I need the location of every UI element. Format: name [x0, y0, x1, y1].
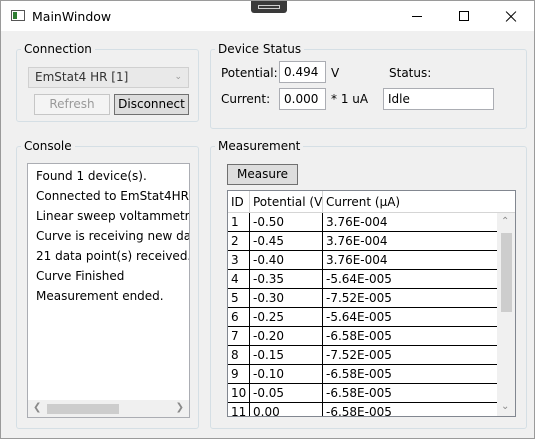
- disconnect-button[interactable]: Disconnect: [114, 94, 189, 115]
- refresh-button[interactable]: Refresh: [34, 94, 110, 115]
- cell-potential[interactable]: -0.10: [250, 365, 323, 384]
- measure-button[interactable]: Measure: [227, 164, 298, 185]
- status-field[interactable]: Idle: [383, 88, 494, 110]
- snap-layout-handle[interactable]: [251, 1, 287, 13]
- cell-id[interactable]: 7: [228, 327, 250, 346]
- close-button[interactable]: [488, 1, 534, 31]
- cell-current[interactable]: 3.76E-004: [323, 251, 498, 270]
- app-icon: [11, 10, 25, 21]
- window-title: MainWindow: [32, 9, 112, 24]
- cell-current[interactable]: -5.64E-005: [323, 270, 498, 289]
- cell-id[interactable]: 3: [228, 251, 250, 270]
- scroll-left-icon[interactable]: ❮: [33, 403, 41, 413]
- device-select-value: EmStat4 HR [1]: [35, 70, 129, 84]
- cell-potential[interactable]: -0.35: [250, 270, 323, 289]
- cell-potential[interactable]: -0.50: [250, 213, 323, 232]
- measurement-legend: Measurement: [215, 138, 304, 154]
- cell-current[interactable]: -6.58E-005: [323, 384, 498, 403]
- cell-current[interactable]: -6.58E-005: [323, 365, 498, 384]
- minimize-button[interactable]: [394, 1, 440, 31]
- cell-potential[interactable]: -0.15: [250, 346, 323, 365]
- cell-id[interactable]: 5: [228, 289, 250, 308]
- current-unit: * 1 uA: [331, 92, 369, 106]
- console-line: Linear sweep voltammetry m: [36, 209, 190, 223]
- cell-id[interactable]: 11: [228, 403, 250, 416]
- scroll-down-icon[interactable]: ⌄: [501, 402, 509, 412]
- cell-current[interactable]: -7.52E-005: [323, 346, 498, 365]
- potential-label: Potential:: [221, 66, 278, 80]
- device-status-legend: Device Status: [215, 41, 305, 57]
- cell-potential[interactable]: -0.40: [250, 251, 323, 270]
- console-legend: Console: [21, 138, 75, 154]
- cell-potential[interactable]: -0.25: [250, 308, 323, 327]
- cell-current[interactable]: 3.76E-004: [323, 232, 498, 251]
- potential-unit: V: [331, 66, 340, 80]
- grid-scroll-thumb[interactable]: [501, 233, 512, 312]
- column-header-potential[interactable]: Potential (V): [250, 191, 327, 213]
- console-textbox[interactable]: Found 1 device(s). Connected to EmStat4H…: [27, 163, 190, 418]
- console-line: Found 1 device(s).: [36, 169, 147, 183]
- column-header-id[interactable]: ID: [228, 191, 250, 213]
- status-label: Status:: [389, 66, 432, 80]
- cell-id[interactable]: 9: [228, 365, 250, 384]
- grid-vertical-scrollbar[interactable]: ⌃ ⌄: [497, 213, 515, 416]
- chevron-down-icon: ⌄: [174, 72, 182, 82]
- cell-potential[interactable]: -0.05: [250, 384, 323, 403]
- scroll-up-icon[interactable]: ⌃: [501, 217, 509, 227]
- console-horizontal-scrollbar[interactable]: ❮ ❯: [28, 400, 189, 417]
- cell-current[interactable]: -7.52E-005: [323, 289, 498, 308]
- cell-id[interactable]: 8: [228, 346, 250, 365]
- device-select[interactable]: EmStat4 HR [1] ⌄: [28, 67, 189, 88]
- cell-current[interactable]: 3.76E-004: [323, 213, 498, 232]
- console-scroll-thumb[interactable]: [47, 404, 119, 414]
- cell-potential[interactable]: 0.00: [250, 403, 323, 416]
- cell-id[interactable]: 2: [228, 232, 250, 251]
- console-line: Curve Finished: [36, 269, 125, 283]
- cell-potential[interactable]: -0.30: [250, 289, 323, 308]
- cell-potential[interactable]: -0.20: [250, 327, 323, 346]
- current-field[interactable]: 0.000: [279, 88, 326, 110]
- current-label: Current:: [221, 92, 271, 106]
- cell-current[interactable]: -6.58E-005: [323, 327, 498, 346]
- cell-id[interactable]: 1: [228, 213, 250, 232]
- measurement-grid[interactable]: ID Potential (V) Current (µA) 1 -0.50 3.76…: [227, 190, 516, 417]
- potential-field[interactable]: 0.494: [279, 61, 326, 83]
- column-header-current[interactable]: Current (µA): [323, 191, 515, 213]
- cell-id[interactable]: 6: [228, 308, 250, 327]
- cell-current[interactable]: -6.58E-005: [323, 403, 498, 416]
- maximize-button[interactable]: [441, 1, 487, 31]
- scroll-right-icon[interactable]: ❯: [176, 403, 184, 413]
- console-line: Curve is receiving new data...: [36, 229, 189, 243]
- console-line: Connected to EmStat4HR: [36, 189, 189, 203]
- console-line: Measurement ended.: [36, 289, 164, 303]
- connection-legend: Connection: [21, 41, 95, 57]
- console-line: 21 data point(s) received.: [36, 249, 190, 263]
- cell-potential[interactable]: -0.45: [250, 232, 323, 251]
- cell-current[interactable]: -5.64E-005: [323, 308, 498, 327]
- cell-id[interactable]: 4: [228, 270, 250, 289]
- title-bar[interactable]: MainWindow: [1, 1, 534, 31]
- cell-id[interactable]: 10: [228, 384, 250, 403]
